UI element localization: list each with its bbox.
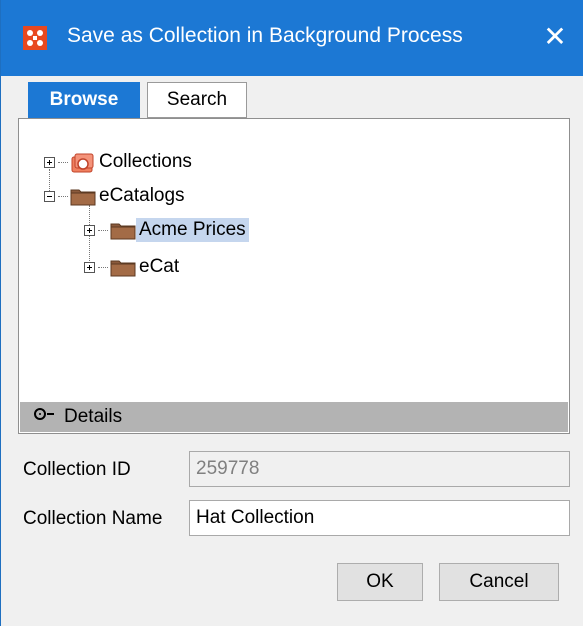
tree-node-label: Acme Prices [136, 218, 249, 242]
folder-icon [110, 223, 136, 240]
close-icon: ✕ [543, 21, 567, 52]
expand-icon[interactable] [44, 156, 55, 168]
app-logo-icon [23, 26, 47, 50]
tree-node-collections[interactable]: Collections [44, 148, 195, 176]
ok-button[interactable]: OK [337, 563, 423, 601]
tab-search[interactable]: Search [147, 82, 247, 118]
title-bar[interactable]: Save as Collection in Background Process… [1, 0, 583, 76]
tree-node-acme-prices[interactable]: Acme Prices [84, 216, 249, 244]
details-label: Details [64, 406, 123, 427]
tree-panel: Collections eCatalogs Acme Prices eCat D… [18, 118, 570, 434]
details-toggle-icon [34, 408, 46, 420]
close-button[interactable]: ✕ [532, 14, 578, 60]
tree-node-label: eCatalogs [99, 185, 185, 206]
collapse-icon[interactable] [44, 190, 55, 202]
folder-icon [110, 260, 136, 277]
expand-icon[interactable] [84, 224, 95, 236]
dialog-window: Save as Collection in Background Process… [0, 0, 583, 626]
collection-id-field: 259778 [189, 451, 570, 487]
cancel-button[interactable]: Cancel [439, 563, 559, 601]
collection-name-label: Collection Name [23, 508, 163, 529]
expand-icon[interactable] [84, 261, 95, 273]
tree-node-label: eCat [139, 256, 180, 277]
tree-node-label: Collections [99, 151, 192, 172]
collection-name-field[interactable]: Hat Collection [189, 500, 570, 536]
tab-browse[interactable]: Browse [28, 82, 140, 118]
details-toggle[interactable]: Details [20, 402, 568, 432]
collections-icon [71, 153, 94, 173]
tree-node-ecatalogs[interactable]: eCatalogs [44, 182, 188, 210]
collection-id-label: Collection ID [23, 459, 131, 480]
folder-icon [70, 189, 96, 206]
window-title: Save as Collection in Background Process [67, 24, 463, 47]
tree-node-ecat[interactable]: eCat [84, 253, 182, 281]
